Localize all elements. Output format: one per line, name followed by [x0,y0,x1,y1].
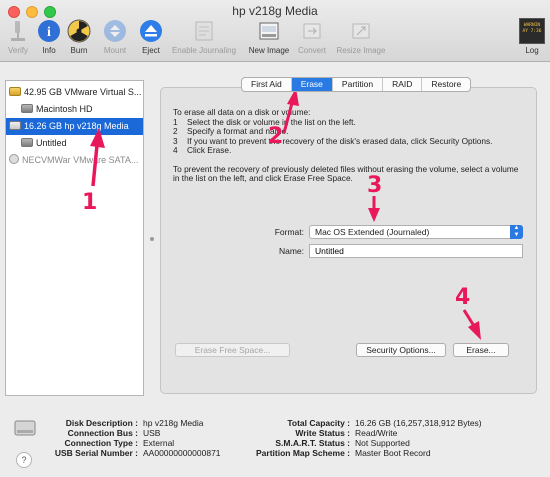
free-space-note: To prevent the recovery of previously de… [173,163,519,183]
volume-icon [21,104,33,113]
microscope-icon [5,18,31,44]
name-input[interactable] [309,244,523,258]
journal-icon [191,18,217,44]
new-image-label: New Image [248,46,290,55]
tab-erase[interactable]: Erase [291,78,333,91]
disk-item-label: NECVMWar VMware SATA... [22,155,139,165]
erase-free-space-button[interactable]: Erase Free Space... [175,343,290,357]
info-value: USB [143,428,161,438]
info-key: Connection Bus : [67,428,138,438]
tab-bar: First Aid Erase Partition RAID Restore [241,77,472,92]
step-number: 4 [173,145,178,155]
disk-item-necvmwar-sata[interactable]: NECVMWar VMware SATA... [9,152,143,169]
hard-drive-icon [9,87,21,96]
disk-item-label: 16.26 GB hp v218g Media [24,121,129,131]
title-bar: hp v218g Media Verify i Info Burn Mount … [0,0,550,62]
info-value: Master Boot Record [355,448,431,458]
tab-first-aid[interactable]: First Aid [242,78,292,91]
verify-label: Verify [7,46,28,55]
chevron-updown-icon: ▲ ▼ [510,225,523,239]
eject-icon [138,18,164,44]
tab-raid[interactable]: RAID [383,78,423,91]
step-text: Click Erase. [187,145,232,155]
info-value: hp v218g Media [143,418,204,428]
security-options-button[interactable]: Security Options... [356,343,446,357]
eject-label: Eject [142,46,160,55]
info-key: Partition Map Scheme : [256,448,350,458]
volume-item-macintosh-hd[interactable]: Macintosh HD [21,101,143,118]
info-key: Disk Description : [65,418,138,428]
volume-icon [21,138,33,147]
annotation-number-3: 3 [367,173,383,198]
annotation-number-4: 4 [455,285,471,310]
mount-icon [102,18,128,44]
burn-label: Burn [70,46,88,55]
usb-drive-icon [9,121,21,130]
disk-item-vmware-virtual[interactable]: 42.95 GB VMware Virtual S... [9,84,143,101]
step-text: If you want to prevent the recovery of t… [187,135,493,146]
log-label: Log [525,46,539,55]
info-key: Write Status : [295,428,350,438]
log-console-icon: WARNIN AY 7:36 [519,18,545,44]
new-image-icon [256,18,282,44]
volume-item-label: Untitled [36,138,67,148]
info-key: USB Serial Number : [54,448,138,458]
info-value: AA00000000000871 [143,448,221,458]
erase-button[interactable]: Erase... [453,343,509,357]
format-label: Format: [274,227,304,237]
erase-instructions: To erase all data on a disk or volume: 1… [173,107,523,184]
window-title: hp v218g Media [232,4,318,18]
tab-partition[interactable]: Partition [333,78,384,91]
optical-drive-icon [9,154,19,164]
mount-button[interactable]: Mount [100,18,130,58]
volume-item-untitled[interactable]: Untitled [21,135,143,152]
info-key: S.M.A.R.T. Status : [275,438,350,448]
instruction-step: 4 Click Erase. [173,145,523,156]
disk-item-hp-v218g-media[interactable]: 16.26 GB hp v218g Media [6,118,143,135]
name-label: Name: [278,246,304,256]
log-button[interactable]: WARNIN AY 7:36 Log [518,18,546,58]
log-badge-line-2: AY 7:36 [522,29,542,34]
convert-icon [299,18,325,44]
eject-button[interactable]: Eject [138,18,164,58]
enable-journaling-label: Enable Journaling [171,46,237,55]
convert-label: Convert [297,46,326,55]
annotation-number-1: 1 [82,190,98,215]
info-value: Read/Write [355,428,398,438]
svg-text:i: i [47,25,51,40]
resize-image-icon [348,18,374,44]
info-button[interactable]: i Info [36,18,62,58]
mount-label: Mount [103,46,127,55]
resize-image-label: Resize Image [336,46,386,55]
info-label: Info [42,46,56,55]
disk-list: 42.95 GB VMware Virtual S... Macintosh H… [5,80,144,396]
annotation-number-2: 2 [268,124,284,149]
info-value: Not Supported [355,438,410,448]
volume-item-label: Macintosh HD [36,104,93,114]
format-select[interactable]: Mac OS Extended (Journaled) ▲ ▼ [309,225,523,239]
splitter-handle[interactable] [150,237,154,241]
convert-button[interactable]: Convert [296,18,328,58]
info-key: Total Capacity : [287,418,350,428]
info-key: Connection Type : [64,438,138,448]
burn-button[interactable]: Burn [66,18,92,58]
tab-restore[interactable]: Restore [422,78,470,91]
format-select-value: Mac OS Extended (Journaled) [315,227,430,237]
info-icon: i [36,18,62,44]
disk-item-label: 42.95 GB VMware Virtual S... [24,87,142,97]
info-value: 16.26 GB (16,257,318,912 Bytes) [355,418,482,428]
burn-radiation-icon [66,18,92,44]
resize-image-button[interactable]: Resize Image [332,18,390,58]
enable-journaling-button[interactable]: Enable Journaling [168,18,240,58]
verify-button[interactable]: Verify [4,18,32,58]
info-value: External [143,438,175,448]
new-image-button[interactable]: New Image [246,18,292,58]
